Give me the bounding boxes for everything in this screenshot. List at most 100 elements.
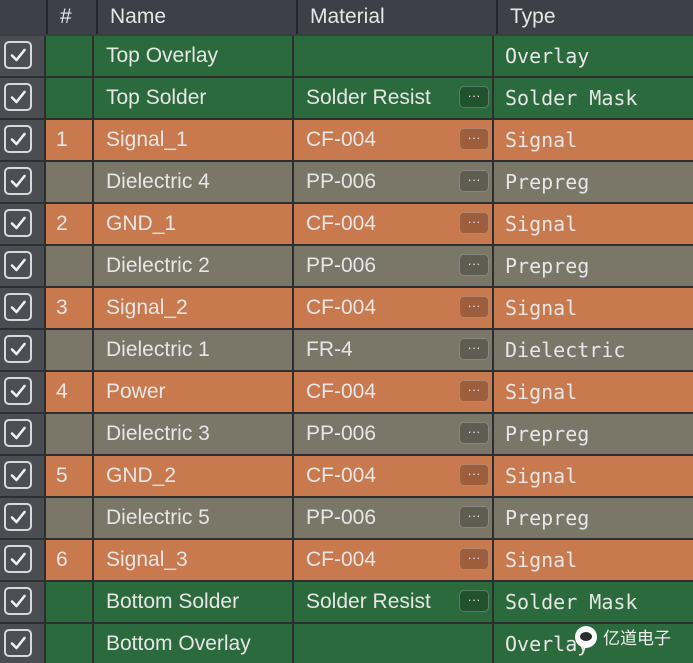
layer-name[interactable]: Bottom Overlay (96, 624, 294, 663)
layer-name[interactable]: GND_1 (96, 204, 294, 244)
table-row[interactable]: 4 Power CF-004 ··· Signal (0, 372, 693, 414)
layer-material[interactable]: Solder Resist ··· (296, 582, 494, 622)
table-row[interactable]: Dielectric 5 PP-006 ··· Prepreg (0, 498, 693, 540)
material-browse-button[interactable]: ··· (459, 212, 489, 234)
layer-visible-checkbox[interactable] (4, 293, 32, 321)
header-material[interactable]: Material (296, 0, 494, 34)
layer-name[interactable]: Dielectric 4 (96, 162, 294, 202)
material-browse-button[interactable]: ··· (459, 170, 489, 192)
layer-material[interactable]: CF-004 ··· (296, 288, 494, 328)
layer-name[interactable]: Dielectric 5 (96, 498, 294, 538)
layer-name[interactable]: Signal_1 (96, 120, 294, 160)
material-browse-button[interactable]: ··· (459, 86, 489, 108)
layer-type[interactable]: Signal (496, 540, 693, 580)
layer-material[interactable] (296, 36, 494, 76)
layer-type[interactable]: Solder Mask (496, 582, 693, 622)
checkbox-cell (0, 582, 46, 622)
layer-material[interactable]: FR-4 ··· (296, 330, 494, 370)
layer-material[interactable]: PP-006 ··· (296, 162, 494, 202)
layer-name[interactable]: GND_2 (96, 456, 294, 496)
layer-type[interactable]: Dielectric (496, 330, 693, 370)
layer-material[interactable]: CF-004 ··· (296, 204, 494, 244)
material-browse-button[interactable]: ··· (459, 338, 489, 360)
layer-type[interactable]: Prepreg (496, 162, 693, 202)
layer-visible-checkbox[interactable] (4, 587, 32, 615)
layer-visible-checkbox[interactable] (4, 209, 32, 237)
layer-visible-checkbox[interactable] (4, 251, 32, 279)
layer-type[interactable]: Solder Mask (496, 78, 693, 118)
layer-name[interactable]: Dielectric 2 (96, 246, 294, 286)
layer-material[interactable]: CF-004 ··· (296, 456, 494, 496)
table-row[interactable]: Top Overlay Overlay (0, 36, 693, 78)
layer-type[interactable]: Prepreg (496, 414, 693, 454)
layer-material[interactable]: CF-004 ··· (296, 540, 494, 580)
layer-name[interactable]: Dielectric 1 (96, 330, 294, 370)
layer-material[interactable]: PP-006 ··· (296, 414, 494, 454)
layer-name[interactable]: Top Solder (96, 78, 294, 118)
header-name[interactable]: Name (96, 0, 294, 34)
checkmark-icon (10, 48, 26, 62)
layer-visible-checkbox[interactable] (4, 125, 32, 153)
layer-name[interactable]: Top Overlay (96, 36, 294, 76)
checkmark-icon (10, 342, 26, 356)
layer-material[interactable]: PP-006 ··· (296, 498, 494, 538)
layer-material[interactable] (296, 624, 494, 663)
layer-visible-checkbox[interactable] (4, 335, 32, 363)
layer-visible-checkbox[interactable] (4, 461, 32, 489)
table-row[interactable]: Dielectric 4 PP-006 ··· Prepreg (0, 162, 693, 204)
checkbox-cell (0, 330, 46, 370)
table-row[interactable]: 1 Signal_1 CF-004 ··· Signal (0, 120, 693, 162)
layer-visible-checkbox[interactable] (4, 629, 32, 657)
material-browse-button[interactable]: ··· (459, 590, 489, 612)
layer-name[interactable]: Bottom Solder (96, 582, 294, 622)
layer-visible-checkbox[interactable] (4, 41, 32, 69)
material-browse-button[interactable]: ··· (459, 380, 489, 402)
table-row[interactable]: 3 Signal_2 CF-004 ··· Signal (0, 288, 693, 330)
material-browse-button[interactable]: ··· (459, 464, 489, 486)
layer-number (46, 624, 94, 663)
layer-material[interactable]: PP-006 ··· (296, 246, 494, 286)
header-type[interactable]: Type (496, 0, 693, 34)
table-row[interactable]: 6 Signal_3 CF-004 ··· Signal (0, 540, 693, 582)
layer-number: 5 (46, 456, 94, 496)
material-browse-button[interactable]: ··· (459, 422, 489, 444)
layer-visible-checkbox[interactable] (4, 545, 32, 573)
material-browse-button[interactable]: ··· (459, 506, 489, 528)
table-row[interactable]: Top Solder Solder Resist ··· Solder Mask (0, 78, 693, 120)
checkmark-icon (10, 426, 26, 440)
layer-type[interactable]: Signal (496, 288, 693, 328)
layer-visible-checkbox[interactable] (4, 83, 32, 111)
layer-name[interactable]: Power (96, 372, 294, 412)
material-browse-button[interactable]: ··· (459, 548, 489, 570)
layer-number: 2 (46, 204, 94, 244)
layer-type[interactable]: Signal (496, 204, 693, 244)
layer-material-text: PP-006 (306, 506, 377, 529)
table-row[interactable]: Bottom Solder Solder Resist ··· Solder Mask (0, 582, 693, 624)
layer-name[interactable]: Signal_2 (96, 288, 294, 328)
table-row[interactable]: Dielectric 2 PP-006 ··· Prepreg (0, 246, 693, 288)
wechat-icon (575, 625, 597, 648)
layer-type[interactable]: Signal (496, 120, 693, 160)
header-number[interactable]: # (46, 0, 94, 34)
layer-visible-checkbox[interactable] (4, 419, 32, 447)
layer-type[interactable]: Prepreg (496, 498, 693, 538)
table-row[interactable]: 2 GND_1 CF-004 ··· Signal (0, 204, 693, 246)
table-row[interactable]: 5 GND_2 CF-004 ··· Signal (0, 456, 693, 498)
layer-type[interactable]: Prepreg (496, 246, 693, 286)
layer-visible-checkbox[interactable] (4, 167, 32, 195)
layer-type[interactable]: Overlay (496, 36, 693, 76)
material-browse-button[interactable]: ··· (459, 296, 489, 318)
material-browse-button[interactable]: ··· (459, 254, 489, 276)
layer-name[interactable]: Dielectric 3 (96, 414, 294, 454)
material-browse-button[interactable]: ··· (459, 128, 489, 150)
table-row[interactable]: Dielectric 1 FR-4 ··· Dielectric (0, 330, 693, 372)
layer-type[interactable]: Signal (496, 456, 693, 496)
layer-name[interactable]: Signal_3 (96, 540, 294, 580)
layer-material[interactable]: CF-004 ··· (296, 372, 494, 412)
layer-visible-checkbox[interactable] (4, 377, 32, 405)
layer-material[interactable]: Solder Resist ··· (296, 78, 494, 118)
layer-type[interactable]: Signal (496, 372, 693, 412)
table-row[interactable]: Dielectric 3 PP-006 ··· Prepreg (0, 414, 693, 456)
layer-material[interactable]: CF-004 ··· (296, 120, 494, 160)
layer-visible-checkbox[interactable] (4, 503, 32, 531)
